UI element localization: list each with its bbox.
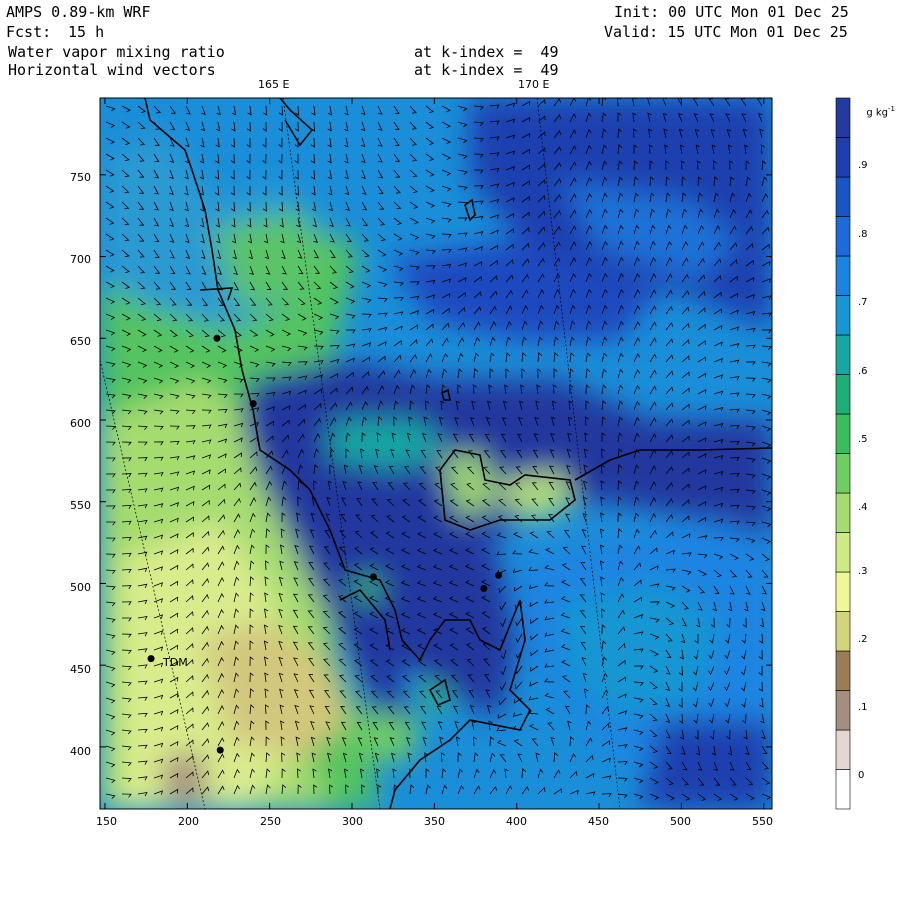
moisture-field (100, 98, 772, 809)
colorbar-unit-text: g kg (866, 107, 889, 119)
colorbar-unit: g kg-1 (860, 94, 895, 118)
colorbar-swatch (835, 769, 851, 810)
colorbar-swatch (835, 295, 851, 336)
colorbar-swatch (835, 413, 851, 454)
y-tick-label: 600 (70, 417, 91, 430)
station-dot (216, 746, 224, 754)
colorbar-tick-label: .7 (858, 297, 868, 308)
colorbar-swatch (835, 532, 851, 573)
colorbar-tick-label: 0 (858, 770, 865, 781)
station-dot (147, 655, 155, 663)
x-tick-label: 400 (506, 815, 527, 828)
station-dot (213, 334, 221, 342)
x-tick-label: 550 (752, 815, 773, 828)
y-tick-label: 400 (70, 745, 91, 758)
colorbar-swatch (835, 374, 851, 415)
colorbar-swatch (835, 97, 851, 138)
colorbar-unit-exp: -1 (888, 105, 896, 113)
x-tick-label: 450 (588, 815, 609, 828)
station-label-tdm: TDM (163, 656, 188, 669)
colorbar-tick-label: .2 (858, 634, 868, 645)
colorbar-swatch (835, 650, 851, 691)
x-tick-label: 500 (670, 815, 691, 828)
y-tick-label: 550 (70, 499, 91, 512)
colorbar-tick-label: .1 (858, 702, 868, 713)
colorbar-swatch (835, 176, 851, 217)
y-tick-label: 750 (70, 171, 91, 184)
map-plot (99, 97, 851, 810)
colorbar-swatch (835, 729, 851, 770)
x-tick-label: 300 (342, 815, 363, 828)
colorbar-swatch (835, 137, 851, 178)
x-tick-label: 150 (96, 815, 117, 828)
y-tick-label: 650 (70, 335, 91, 348)
longitude-label-165: 165 E (258, 78, 290, 91)
colorbar-tick-label: .5 (858, 434, 868, 445)
colorbar-tick-label: .3 (858, 566, 868, 577)
colorbar-tick-label: .4 (858, 502, 868, 513)
y-tick-label: 700 (70, 253, 91, 266)
colorbar-swatch (835, 334, 851, 375)
x-tick-label: 350 (424, 815, 445, 828)
y-tick-label: 500 (70, 581, 91, 594)
colorbar-swatch (835, 492, 851, 533)
station-dot (480, 584, 488, 592)
station-dot (249, 400, 257, 408)
station-dot (369, 573, 377, 581)
colorbar-swatch (835, 255, 851, 296)
colorbar-swatch (835, 611, 851, 652)
colorbar-swatch (835, 216, 851, 257)
colorbar-swatch (835, 571, 851, 612)
longitude-label-170: 170 E (518, 78, 550, 91)
x-tick-label: 250 (260, 815, 281, 828)
station-dot (495, 571, 503, 579)
colorbar-swatch (835, 453, 851, 494)
colorbar (835, 97, 851, 810)
colorbar-swatch (835, 690, 851, 731)
colorbar-tick-label: .8 (858, 229, 868, 240)
colorbar-tick-label: .9 (858, 160, 868, 171)
x-tick-label: 200 (178, 815, 199, 828)
colorbar-tick-label: .6 (858, 366, 868, 377)
y-tick-label: 450 (70, 663, 91, 676)
